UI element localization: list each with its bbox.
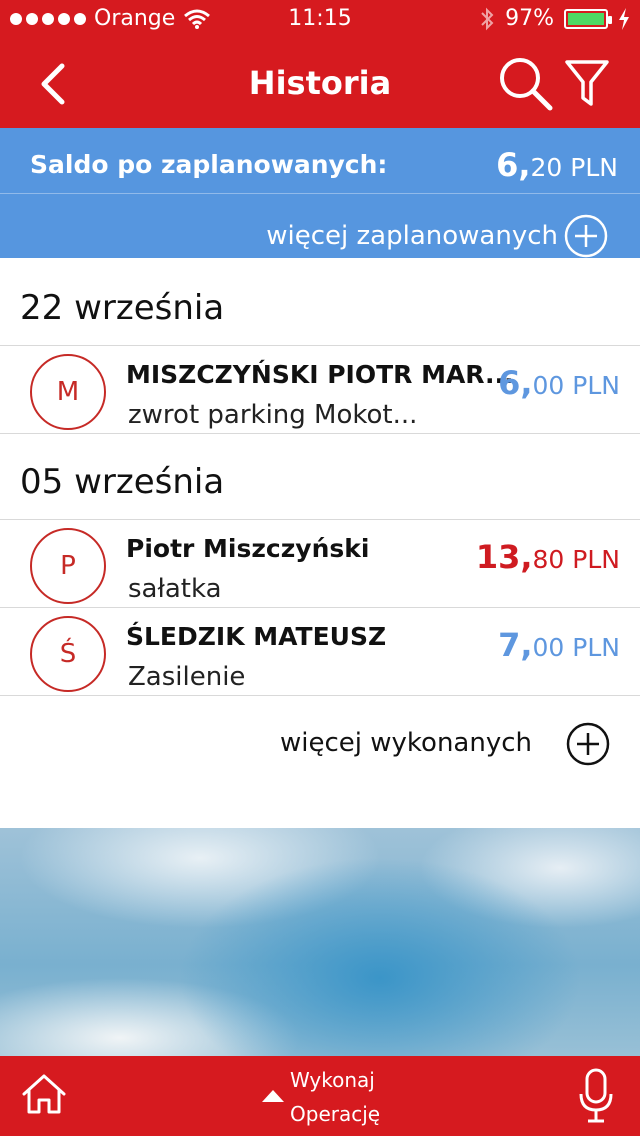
- date-header: 22 września: [0, 260, 640, 346]
- nav-bar: Historia: [0, 40, 640, 128]
- avatar: Ś: [30, 616, 106, 692]
- microphone-icon[interactable]: [578, 1068, 614, 1124]
- balance-amount: 6,20 PLN: [496, 146, 618, 184]
- transaction-row[interactable]: M MISZCZYŃSKI PIOTR MAR... zwrot parking…: [0, 346, 640, 434]
- plus-circle-icon: [564, 214, 608, 258]
- avatar: P: [30, 528, 106, 604]
- operation-label-line2[interactable]: Operację: [290, 1102, 380, 1126]
- operation-label-line1[interactable]: Wykonaj: [290, 1068, 375, 1092]
- more-executed-button[interactable]: więcej wykonanych: [0, 696, 640, 792]
- transaction-amount-dec: 00 PLN: [532, 371, 620, 400]
- avatar: M: [30, 354, 106, 430]
- transaction-amount: 13,80 PLN: [476, 538, 620, 576]
- sky-background-image: [0, 828, 640, 1056]
- charging-icon: [619, 7, 629, 30]
- transaction-amount: 7,00 PLN: [498, 626, 620, 664]
- app-header: Orange 11:15 97% Historia: [0, 0, 640, 128]
- battery-percent: 97%: [505, 6, 554, 31]
- transaction-amount: 6,00 PLN: [498, 364, 620, 402]
- battery-icon: [564, 8, 612, 29]
- transaction-name: MISZCZYŃSKI PIOTR MAR...: [126, 360, 514, 389]
- filter-icon[interactable]: [564, 58, 610, 110]
- transaction-description: zwrot parking Mokot...: [128, 400, 418, 430]
- date-label: 05 września: [20, 462, 225, 502]
- date-header: 05 września: [0, 434, 640, 520]
- more-planned-button[interactable]: więcej zaplanowanych: [266, 214, 608, 258]
- balance-amount-dec: 20 PLN: [530, 153, 618, 182]
- status-bar: Orange 11:15 97%: [0, 0, 640, 40]
- transaction-name: Piotr Miszczyński: [126, 534, 370, 563]
- balance-amount-int: 6,: [496, 146, 531, 184]
- transaction-description: sałatka: [128, 574, 222, 604]
- balance-label: Saldo po zaplanowanych:: [30, 150, 388, 179]
- up-arrow-icon[interactable]: [262, 1090, 284, 1102]
- transaction-amount-int: 7,: [498, 626, 533, 664]
- transaction-amount-dec: 00 PLN: [532, 633, 620, 662]
- more-planned-label: więcej zaplanowanych: [266, 221, 558, 251]
- bluetooth-icon: [481, 7, 494, 30]
- transaction-description: Zasilenie: [128, 662, 246, 692]
- date-label: 22 września: [20, 288, 225, 328]
- transaction-row[interactable]: P Piotr Miszczyński sałatka 13,80 PLN: [0, 520, 640, 608]
- more-executed-label: więcej wykonanych: [280, 728, 533, 758]
- transaction-amount-int: 13,: [475, 538, 533, 576]
- transaction-name: ŚLEDZIK MATEUSZ: [126, 622, 387, 651]
- transaction-amount-dec: 80 PLN: [532, 545, 620, 574]
- balance-section: Saldo po zaplanowanych: 6,20 PLN więcej …: [0, 128, 640, 258]
- transaction-row[interactable]: Ś ŚLEDZIK MATEUSZ Zasilenie 7,00 PLN: [0, 608, 640, 696]
- plus-circle-icon: [566, 722, 610, 766]
- search-icon[interactable]: [498, 56, 554, 112]
- transaction-amount-int: 6,: [498, 364, 533, 402]
- bottom-bar: Wykonaj Operację: [0, 1056, 640, 1136]
- balance-row: Saldo po zaplanowanych: 6,20 PLN: [0, 128, 640, 194]
- home-icon[interactable]: [20, 1070, 68, 1118]
